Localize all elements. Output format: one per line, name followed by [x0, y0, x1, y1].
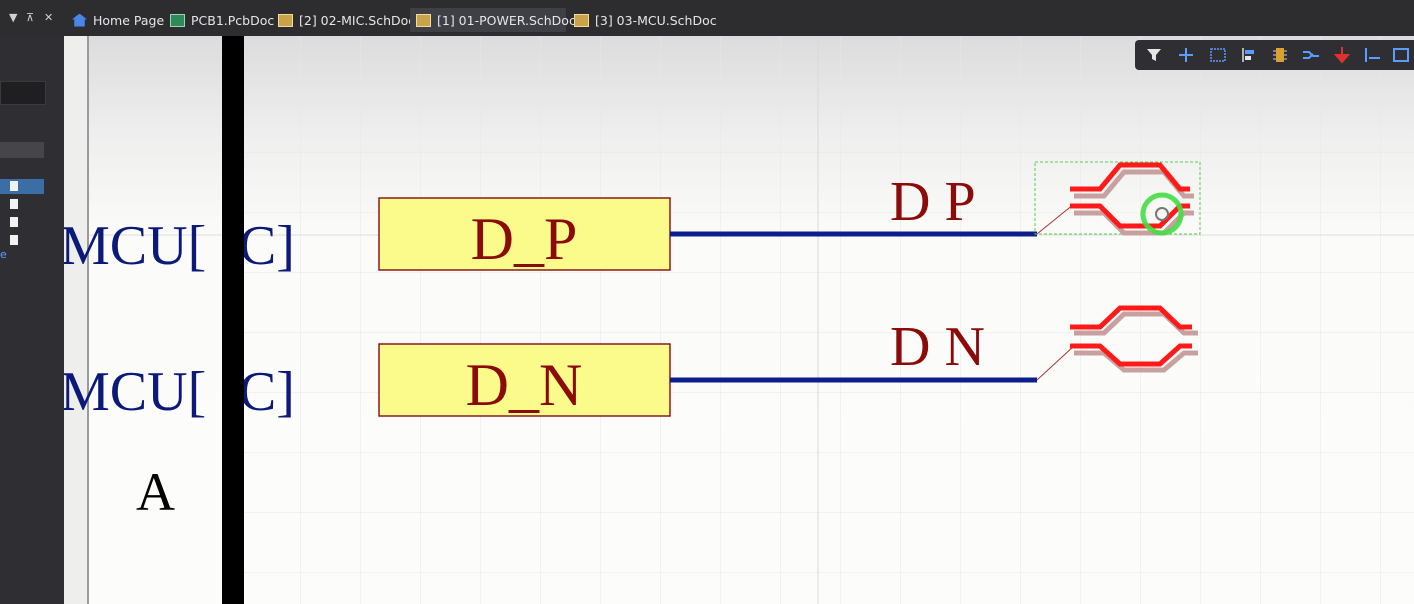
- tree-item[interactable]: [0, 197, 44, 212]
- schematic-doc-icon: [278, 13, 293, 27]
- align-icon[interactable]: [1236, 44, 1262, 66]
- tab-02-mic[interactable]: [2] 02-MIC.SchDoc: [272, 8, 421, 32]
- grid: [244, 36, 1414, 604]
- document-icon: [10, 217, 18, 227]
- tab-label: [1] 01-POWER.SchDoc: [437, 12, 576, 28]
- document-icon: [10, 199, 18, 209]
- document-tab-bar: ▼ ⊼ ✕ Home Page PCB1.PcbDoc [2] 02-MIC.S…: [0, 0, 1414, 36]
- panel-close-icon[interactable]: ✕: [44, 12, 53, 24]
- schematic-doc-icon: [416, 13, 431, 27]
- panel-section-header: [0, 142, 44, 158]
- panel-pin-icon[interactable]: ⊼: [26, 12, 34, 24]
- sheet-margin: [64, 36, 88, 604]
- panel-menu-icon[interactable]: ▼: [9, 12, 17, 24]
- net-label[interactable]: D N: [890, 316, 985, 378]
- component-icon[interactable]: [1267, 44, 1293, 66]
- bus-icon[interactable]: [1360, 44, 1386, 66]
- active-bar-toolbar: [1135, 40, 1414, 70]
- port-name: D_N: [466, 352, 583, 418]
- tab-03-mcu[interactable]: [3] 03-MCU.SchDoc: [568, 8, 723, 32]
- schematic-canvas[interactable]: MCU[ ]C] MCU[ ]C] A D_P D P D_N D N: [64, 36, 1414, 604]
- schematic-doc-icon: [574, 13, 589, 27]
- cross-hair-icon[interactable]: [1173, 44, 1199, 66]
- tree-item-selected[interactable]: [0, 179, 44, 194]
- net-label[interactable]: D P: [890, 171, 976, 233]
- tab-home-page[interactable]: Home Page: [66, 8, 170, 32]
- tab-01-power[interactable]: [1] 01-POWER.SchDoc: [410, 8, 576, 32]
- power-port-icon[interactable]: [1329, 44, 1355, 66]
- schematic-sheet: MCU[ ]C] MCU[ ]C] A D_P D P D_N D N: [64, 36, 1414, 604]
- port-name: D_P: [471, 206, 578, 272]
- tab-label: [2] 02-MIC.SchDoc: [299, 12, 416, 28]
- tab-label: PCB1.PcbDoc: [191, 12, 275, 28]
- tab-label: [3] 03-MCU.SchDoc: [595, 12, 717, 28]
- pcb-doc-icon: [170, 13, 185, 27]
- filter-icon[interactable]: [1141, 44, 1167, 66]
- home-icon: [72, 13, 87, 27]
- projects-panel: e: [0, 36, 64, 604]
- offsheet-label: MCU[ ]C]: [64, 361, 295, 423]
- sheet-border-overlay: [222, 36, 244, 604]
- more-icon[interactable]: [1390, 44, 1414, 66]
- tab-pcb1[interactable]: PCB1.PcbDoc: [164, 8, 280, 32]
- panel-search-input[interactable]: [0, 81, 46, 105]
- offsheet-label: MCU[ ]C]: [64, 215, 295, 277]
- select-rect-icon[interactable]: [1205, 44, 1231, 66]
- tree-item[interactable]: [0, 233, 44, 248]
- border-zone-letter: A: [136, 462, 175, 522]
- document-icon: [10, 235, 18, 245]
- tree-item-truncated-label: e: [0, 248, 7, 261]
- document-icon: [10, 181, 18, 191]
- wire-icon[interactable]: [1298, 44, 1324, 66]
- tree-item[interactable]: [0, 215, 44, 230]
- tab-label: Home Page: [93, 12, 165, 28]
